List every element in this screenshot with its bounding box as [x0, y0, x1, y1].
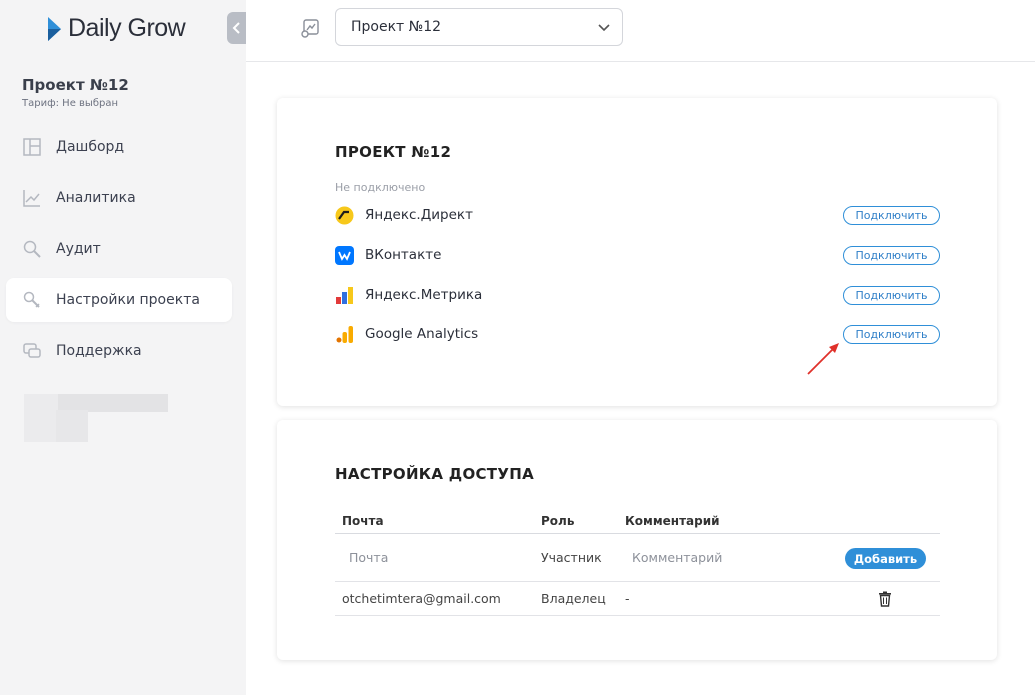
service-name: Яндекс.Метрика	[365, 287, 483, 303]
chevron-down-icon	[598, 24, 610, 32]
row-email: otchetimtera@gmail.com	[342, 591, 501, 606]
chart-line-icon	[22, 188, 42, 208]
comment-input[interactable]: Комментарий	[625, 550, 825, 565]
project-icon	[301, 19, 319, 38]
annotation-arrow-icon	[807, 343, 839, 375]
service-row-vk: ВКонтакте Подключить	[335, 243, 940, 267]
sidebar-item-label: Дашборд	[56, 139, 125, 155]
service-row-google-analytics: Google Analytics Подключить	[335, 322, 940, 346]
chevron-left-icon	[232, 22, 240, 34]
redacted-block	[24, 394, 58, 442]
logo-text: Daily Grow	[68, 14, 186, 42]
service-row-yandex-metrika: Яндекс.Метрика Подключить	[335, 283, 940, 307]
yandex-direct-icon	[335, 206, 354, 225]
table-row: otchetimtera@gmail.com Владелец -	[335, 582, 940, 616]
google-analytics-icon	[335, 325, 354, 344]
project-select-value: Проект №12	[351, 19, 442, 35]
topbar: Проект №12	[246, 0, 1035, 62]
chat-icon	[22, 341, 42, 361]
magnifier-icon	[22, 239, 42, 259]
vk-icon	[335, 245, 354, 265]
sidebar-item-support[interactable]: Поддержка	[6, 329, 232, 373]
service-name: ВКонтакте	[365, 247, 442, 263]
sidebar-item-label: Поддержка	[56, 343, 142, 359]
logo-mark-icon	[48, 16, 61, 41]
integrations-card: ПРОЕКТ №12 Не подключено Яндекс.Директ П…	[277, 98, 997, 406]
service-name: Яндекс.Директ	[365, 207, 473, 223]
sidebar-item-label: Аналитика	[56, 190, 136, 206]
add-button[interactable]: Добавить	[845, 548, 926, 569]
sidebar-item-audit[interactable]: Аудит	[6, 227, 232, 271]
service-row-yandex-direct: Яндекс.Директ Подключить	[335, 203, 940, 227]
email-input[interactable]: Почта	[335, 550, 541, 565]
new-access-row: Почта Участник Комментарий Добавить	[335, 534, 940, 582]
connect-button[interactable]: Подключить	[843, 325, 940, 344]
row-role: Владелец	[541, 591, 606, 606]
settings-wrench-icon	[22, 290, 42, 310]
access-table-header: Почта Роль Комментарий	[335, 508, 940, 534]
role-select[interactable]: Участник	[541, 550, 625, 565]
sidebar-item-label: Настройки проекта	[56, 292, 200, 308]
connect-button[interactable]: Подключить	[843, 246, 940, 265]
yandex-metrika-icon	[335, 286, 354, 305]
column-header-role: Роль	[541, 513, 575, 528]
redacted-block	[56, 410, 88, 442]
integrations-status: Не подключено	[335, 181, 426, 194]
access-title: НАСТРОЙКА ДОСТУПА	[335, 465, 534, 483]
row-comment: -	[625, 591, 630, 606]
connect-button[interactable]: Подключить	[843, 206, 940, 225]
sidebar: Daily Grow Проект №12 Тариф: Не выбран Д…	[0, 0, 246, 695]
collapse-sidebar-button[interactable]	[227, 12, 246, 44]
logo[interactable]: Daily Grow	[46, 14, 186, 43]
column-header-email: Почта	[342, 513, 384, 528]
dashboard-icon	[22, 137, 42, 157]
integrations-title: ПРОЕКТ №12	[335, 143, 452, 161]
connect-button[interactable]: Подключить	[843, 286, 940, 305]
sidebar-item-project-settings[interactable]: Настройки проекта	[6, 278, 232, 322]
project-select[interactable]: Проект №12	[335, 8, 623, 46]
trash-icon[interactable]	[878, 591, 892, 607]
sidebar-project-tariff: Тариф: Не выбран	[22, 98, 119, 109]
sidebar-item-dashboard[interactable]: Дашборд	[6, 125, 232, 169]
sidebar-item-analytics[interactable]: Аналитика	[6, 176, 232, 220]
sidebar-menu: Дашборд Аналитика Аудит Настройки проект…	[6, 125, 232, 380]
sidebar-project-name: Проект №12	[22, 76, 129, 94]
service-name: Google Analytics	[365, 326, 479, 342]
column-header-comment: Комментарий	[625, 513, 720, 528]
access-card: НАСТРОЙКА ДОСТУПА Почта Роль Комментарий…	[277, 420, 997, 660]
access-table: Почта Роль Комментарий Почта Участник Ко…	[335, 508, 940, 616]
sidebar-item-label: Аудит	[56, 241, 101, 257]
